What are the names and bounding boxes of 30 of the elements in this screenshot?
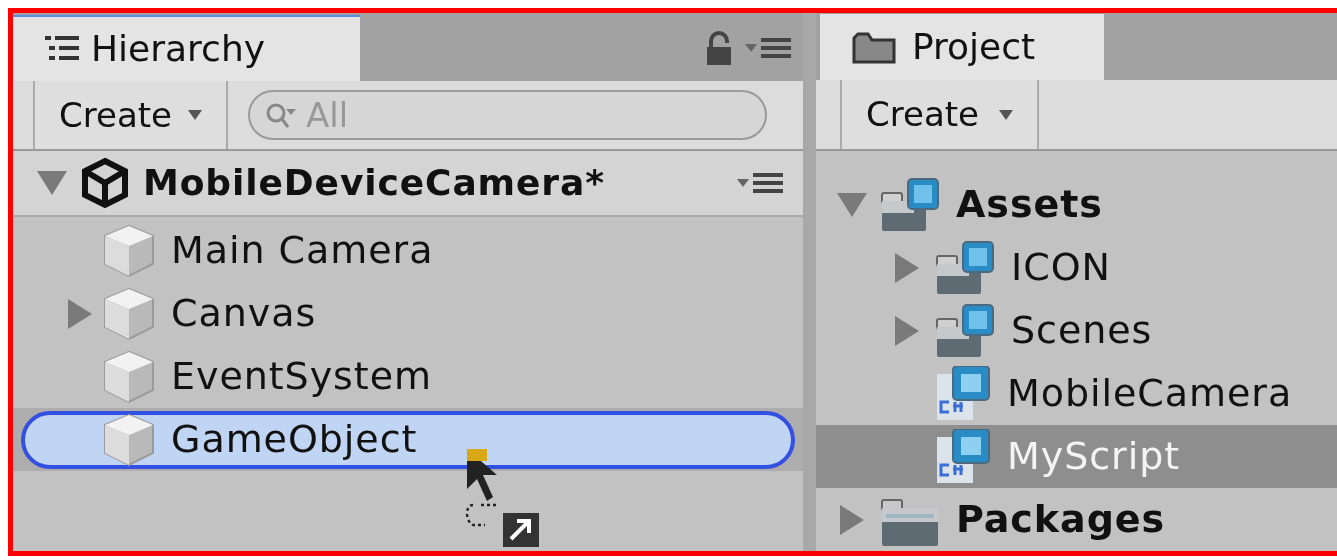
- hierarchy-item[interactable]: Canvas: [21, 284, 795, 343]
- hierarchy-item[interactable]: Main Camera: [21, 221, 795, 280]
- folder-icon: [880, 176, 940, 233]
- list-icon: [45, 36, 79, 62]
- project-item[interactable]: MobileCamera: [816, 362, 1337, 425]
- project-item[interactable]: Assets: [816, 173, 1337, 236]
- hierarchy-item[interactable]: GameObject: [21, 410, 795, 469]
- folder-outline-icon: [852, 30, 896, 64]
- project-item[interactable]: ICON: [816, 236, 1337, 299]
- lock-icon[interactable]: [705, 31, 733, 65]
- cube-icon: [103, 223, 155, 278]
- script-file-icon: [935, 428, 991, 485]
- project-item[interactable]: Scenes: [816, 299, 1337, 362]
- cube-icon: [103, 286, 155, 341]
- options-menu-icon[interactable]: [737, 171, 783, 195]
- project-item[interactable]: Packages: [816, 488, 1337, 551]
- options-menu-icon[interactable]: [745, 36, 791, 60]
- cube-icon: [103, 412, 155, 467]
- search-field[interactable]: All: [248, 90, 767, 140]
- hierarchy-tab[interactable]: Hierarchy: [13, 15, 360, 81]
- hierarchy-item[interactable]: EventSystem: [21, 347, 795, 406]
- cube-icon: [103, 349, 155, 404]
- script-file-icon: [935, 365, 991, 422]
- dropdown-caret-icon: [999, 109, 1013, 120]
- dropdown-caret-icon: [188, 110, 202, 120]
- create-dropdown-button[interactable]: Create: [33, 81, 228, 149]
- create-dropdown-button[interactable]: Create: [840, 80, 1039, 149]
- folder-icon: [935, 239, 995, 296]
- project-tab[interactable]: Project: [820, 14, 1104, 80]
- folder-icon: [935, 302, 995, 359]
